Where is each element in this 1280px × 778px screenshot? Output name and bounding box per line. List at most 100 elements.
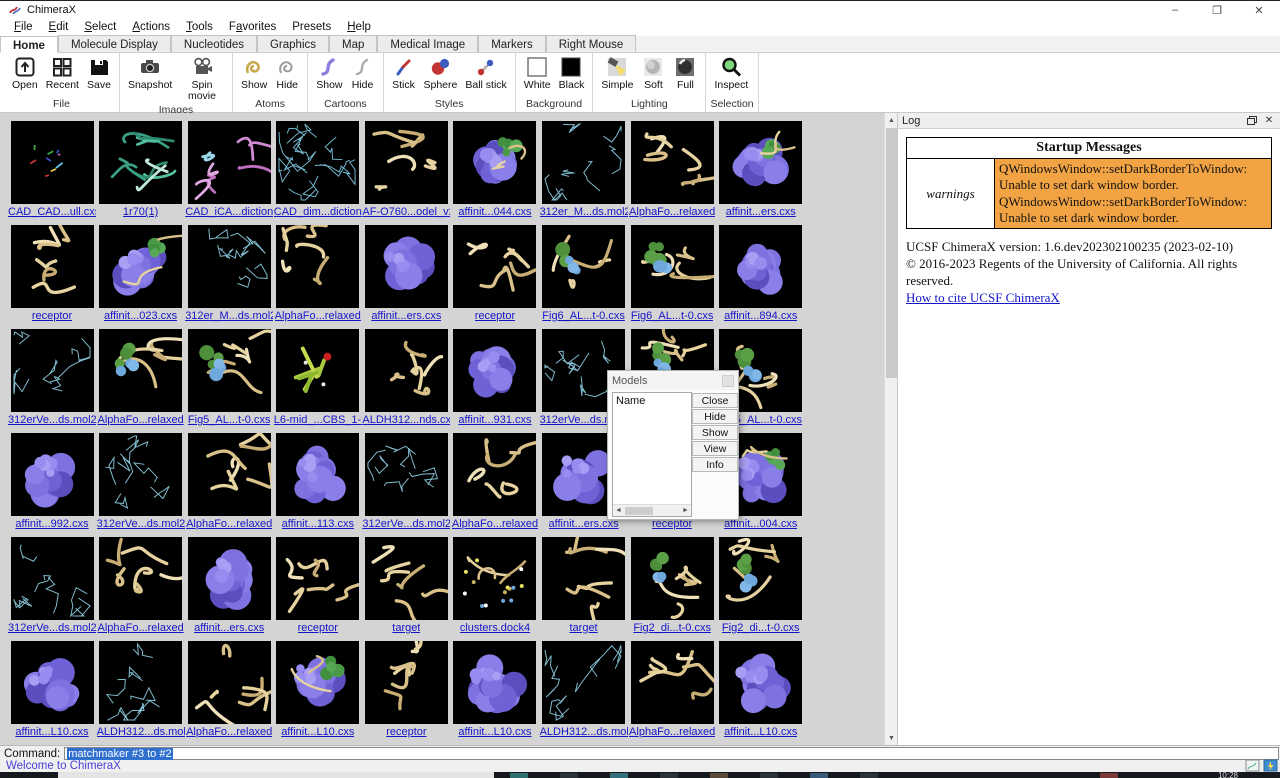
taskbar-app-icon[interactable]	[860, 773, 878, 778]
file-link[interactable]: Fig6_AL...t-0.cxs	[542, 310, 625, 322]
file-link[interactable]: AF-O760...odel_v2	[362, 206, 450, 218]
molecule-thumbnail[interactable]	[188, 433, 271, 516]
molecule-thumbnail[interactable]	[631, 121, 714, 204]
file-link[interactable]: affinit...L10.cxs	[724, 726, 797, 738]
open-button[interactable]: Open	[9, 54, 41, 92]
molecule-thumbnail[interactable]	[99, 121, 182, 204]
molecule-thumbnail[interactable]	[99, 329, 182, 412]
molecule-thumbnail[interactable]	[11, 537, 94, 620]
spin-movie-button[interactable]: Spin movie	[177, 54, 227, 103]
molecule-thumbnail[interactable]	[365, 329, 448, 412]
models-info-button[interactable]: Info	[692, 457, 738, 472]
file-link[interactable]: CAD_dim...diction	[274, 206, 362, 218]
models-view-button[interactable]: View	[692, 441, 738, 456]
file-link[interactable]: AlphaFo...relaxed	[629, 206, 715, 218]
file-link[interactable]: clusters.dock4	[460, 622, 530, 634]
molecule-thumbnail[interactable]	[631, 641, 714, 724]
molecule-thumbnail[interactable]	[719, 225, 802, 308]
molecule-thumbnail[interactable]	[276, 641, 359, 724]
cite-link[interactable]: How to cite UCSF ChimeraX	[906, 290, 1060, 305]
snapshot-button[interactable]: Snapshot	[125, 54, 175, 92]
molecule-thumbnail[interactable]	[365, 433, 448, 516]
file-link[interactable]: target	[392, 622, 420, 634]
molecule-thumbnail[interactable]	[631, 225, 714, 308]
molecule-thumbnail[interactable]	[11, 121, 94, 204]
close-button[interactable]: ✕	[1238, 1, 1280, 19]
taskbar-app-icon[interactable]	[510, 773, 528, 778]
sphere-button[interactable]: Sphere	[421, 54, 461, 92]
molecule-thumbnail[interactable]	[365, 121, 448, 204]
molecule-thumbnail[interactable]	[453, 329, 536, 412]
soft-button[interactable]: Soft	[638, 54, 668, 92]
tab-markers[interactable]: Markers	[478, 35, 546, 52]
menu-select[interactable]: Select	[76, 19, 124, 35]
file-link[interactable]: affinit...ers.cxs	[194, 622, 264, 634]
models-hscroll-thumb[interactable]	[625, 507, 653, 515]
taskbar-app-icon[interactable]	[1100, 773, 1118, 778]
molecule-thumbnail[interactable]	[453, 641, 536, 724]
file-link[interactable]: affinit...044.cxs	[458, 206, 531, 218]
menu-presets[interactable]: Presets	[284, 19, 339, 35]
molecule-thumbnail[interactable]	[542, 225, 625, 308]
file-link[interactable]: affinit...L10.cxs	[458, 726, 531, 738]
taskbar-app-icon[interactable]	[710, 773, 728, 778]
file-link[interactable]: 312erVe...ds.mol2	[362, 518, 450, 530]
models-close-button[interactable]: Close	[692, 393, 738, 408]
hide-button[interactable]: Hide	[348, 54, 378, 92]
command-input[interactable]: matchmaker #3 to #2	[64, 747, 1279, 760]
molecule-thumbnail[interactable]	[365, 537, 448, 620]
molecule-thumbnail[interactable]	[188, 641, 271, 724]
file-link[interactable]: Fig5_AL...t-0.cxs	[188, 414, 271, 426]
taskbar-app-icon[interactable]	[660, 773, 678, 778]
file-link[interactable]: Fig6_AL...t-0.cxs	[631, 310, 714, 322]
menu-favorites[interactable]: Favorites	[221, 19, 284, 35]
taskbar-app-icon[interactable]	[760, 773, 778, 778]
log-close-icon[interactable]: ✕	[1262, 115, 1276, 127]
file-link[interactable]: affinit...L10.cxs	[15, 726, 88, 738]
tab-right-mouse[interactable]: Right Mouse	[546, 35, 637, 52]
file-link[interactable]: receptor	[32, 310, 72, 322]
molecule-thumbnail[interactable]	[188, 225, 271, 308]
tab-nucleotides[interactable]: Nucleotides	[171, 35, 257, 52]
molecule-thumbnail[interactable]	[11, 641, 94, 724]
molecule-thumbnail[interactable]	[453, 537, 536, 620]
file-link[interactable]: target	[569, 622, 597, 634]
file-link[interactable]: Fig2_di...t-0.cxs	[722, 622, 800, 634]
molecule-thumbnail[interactable]	[276, 433, 359, 516]
file-link[interactable]: receptor	[386, 726, 426, 738]
molecule-thumbnail[interactable]	[11, 225, 94, 308]
molecule-thumbnail[interactable]	[276, 225, 359, 308]
molecule-thumbnail[interactable]	[99, 225, 182, 308]
menu-file[interactable]: File	[6, 19, 41, 35]
file-link[interactable]: L6-mid_...CBS_1-9	[274, 414, 362, 426]
file-link[interactable]: AlphaFo...relaxed	[452, 518, 538, 530]
molecule-thumbnail[interactable]	[276, 329, 359, 412]
full-button[interactable]: Full	[670, 54, 700, 92]
file-link[interactable]: 312er_M...ds.mol2	[185, 310, 273, 322]
models-hide-button[interactable]: Hide	[692, 409, 738, 424]
file-link[interactable]: receptor	[475, 310, 515, 322]
molecule-thumbnail[interactable]	[365, 641, 448, 724]
ball-stick-button[interactable]: Ball stick	[462, 54, 509, 92]
file-link[interactable]: AlphaFo...relaxed	[186, 726, 272, 738]
show-button[interactable]: Show	[313, 54, 345, 92]
menu-edit[interactable]: Edit	[41, 19, 77, 35]
file-link[interactable]: AlphaFo...relaxed	[275, 310, 361, 322]
models-close-icon[interactable]	[722, 375, 734, 387]
tab-medical-image[interactable]: Medical Image	[377, 35, 478, 52]
scroll-right-icon[interactable]: ►	[680, 505, 691, 517]
stick-button[interactable]: Stick	[389, 54, 419, 92]
file-link[interactable]: receptor	[298, 622, 338, 634]
models-dialog-title-bar[interactable]: Models	[608, 371, 738, 390]
file-link[interactable]: ALDH312...ds.mol2	[540, 726, 628, 738]
file-link[interactable]: 312erVe...ds.mol2	[8, 622, 96, 634]
file-link[interactable]: CAD_CAD...ull.cxs	[8, 206, 96, 218]
black-button[interactable]: Black	[556, 54, 588, 92]
tab-map[interactable]: Map	[329, 35, 377, 52]
file-link[interactable]: CAD_iCA...diction	[185, 206, 273, 218]
molecule-thumbnail[interactable]	[188, 121, 271, 204]
file-link[interactable]: AlphaFo...relaxed	[97, 622, 183, 634]
scroll-left-icon[interactable]: ◄	[613, 505, 624, 517]
white-button[interactable]: White	[521, 54, 554, 92]
inspect-button[interactable]: Inspect	[711, 54, 751, 92]
